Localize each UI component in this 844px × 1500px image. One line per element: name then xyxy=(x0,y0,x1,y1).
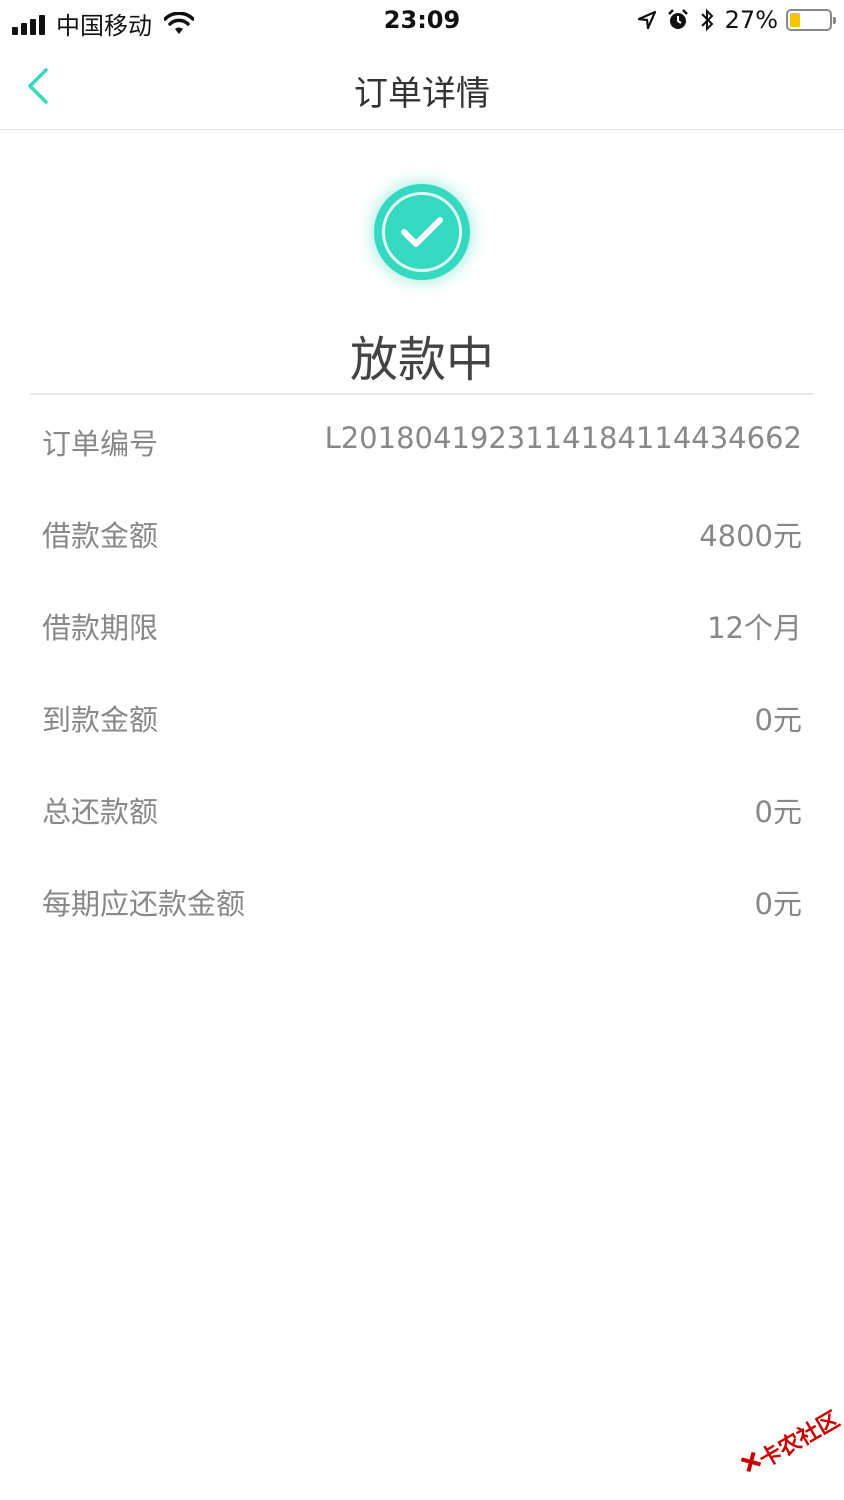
status-bar: 中国移动 23:09 27% xyxy=(0,0,844,42)
detail-row-installment-amount: 每期应还款金额 0元 xyxy=(0,855,844,947)
detail-value: 0元 xyxy=(754,795,802,829)
location-arrow-icon xyxy=(637,10,656,30)
watermark: 卡农社区 xyxy=(727,1388,844,1500)
nav-bar: 订单详情 xyxy=(0,42,844,130)
status-bar-right: 27% xyxy=(627,6,836,34)
detail-value: L20180419231141841144346​62 xyxy=(324,421,802,455)
detail-label: 借款金额 xyxy=(42,519,159,553)
watermark-text: 卡农社区 xyxy=(755,1407,844,1473)
battery-percent: 27% xyxy=(724,6,778,34)
check-circle-icon xyxy=(374,184,470,280)
detail-row-total-repayment: 总还款额 0元 xyxy=(0,763,844,855)
alarm-icon xyxy=(667,9,688,29)
detail-label: 总还款额 xyxy=(42,795,159,829)
page-title: 订单详情 xyxy=(354,74,490,114)
detail-label: 订单编号 xyxy=(42,427,159,461)
detail-label: 借款期限 xyxy=(42,611,159,645)
battery-icon xyxy=(786,9,836,31)
app-root: 中国移动 23:09 27% 订单详情 放款中 订单编号 L2018041923… xyxy=(0,0,844,1500)
detail-value: 0元 xyxy=(754,703,802,737)
detail-value: 0元 xyxy=(754,887,802,921)
order-status-label: 放款中 xyxy=(349,332,494,388)
detail-row-received-amount: 到款金额 0元 xyxy=(0,671,844,763)
detail-row-order-number: 订单编号 L20180419231141841144346​62 xyxy=(0,395,844,487)
battery-fill xyxy=(790,13,800,27)
bluetooth-icon xyxy=(700,8,714,32)
detail-row-loan-term: 借款期限 12个月 xyxy=(0,579,844,671)
detail-label: 每期应还款金额 xyxy=(42,887,246,921)
detail-value: 4800元 xyxy=(699,519,802,553)
detail-label: 到款金额 xyxy=(42,703,159,737)
order-detail-list: 订单编号 L20180419231141841144346​62 借款金额 48… xyxy=(0,395,844,947)
detail-value: 12个月 xyxy=(707,611,802,645)
detail-row-loan-amount: 借款金额 4800元 xyxy=(0,487,844,579)
